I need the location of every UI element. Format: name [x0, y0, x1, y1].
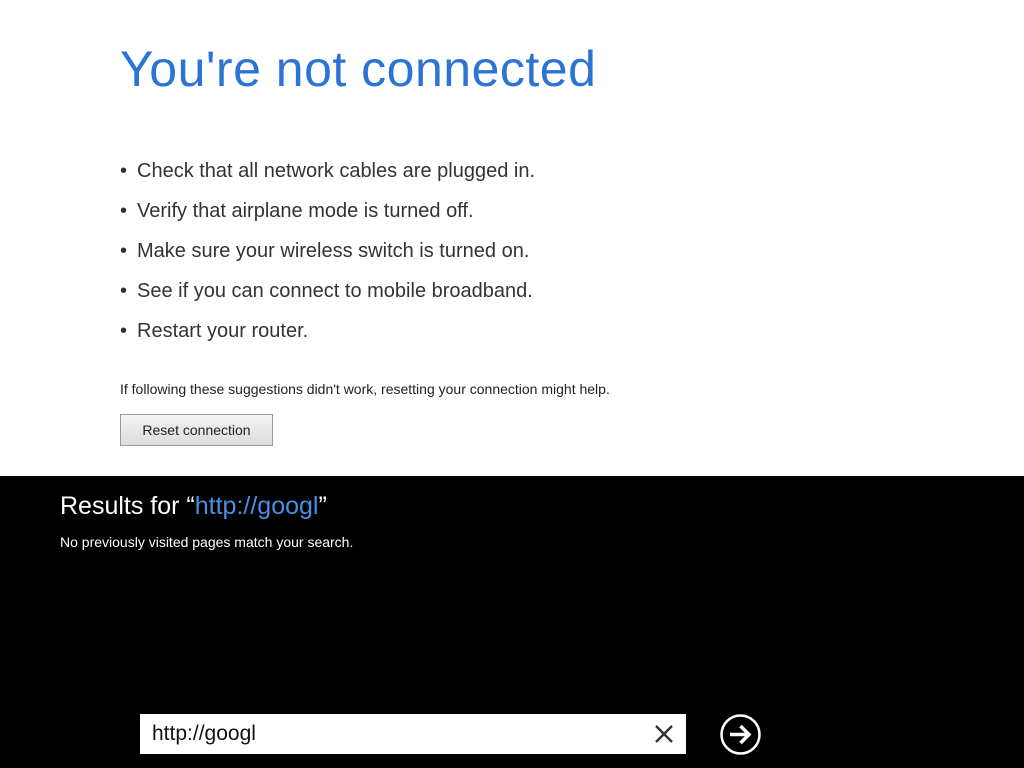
no-results-message: No previously visited pages match your s… — [60, 534, 354, 550]
suggestion-list: • Check that all network cables are plugg… — [120, 155, 535, 355]
clear-button[interactable] — [648, 718, 680, 750]
results-heading-prefix: Results for “ — [60, 492, 195, 520]
suggestion-item: • Make sure your wireless switch is turne… — [120, 235, 535, 275]
close-icon — [655, 725, 673, 743]
bullet: • — [120, 160, 128, 182]
suggestion-text: Check that all network cables are plugge… — [137, 160, 536, 182]
bullet: • — [120, 320, 128, 342]
page-title: You're not connected — [120, 41, 597, 97]
error-page: You're not connected • Check that all net… — [0, 0, 1024, 476]
results-heading: Results for “http://googl” — [60, 492, 327, 521]
bullet: • — [120, 200, 128, 222]
arrow-right-circle-icon — [720, 714, 761, 755]
suggestion-text: See if you can connect to mobile broadba… — [137, 280, 533, 302]
reset-connection-button[interactable]: Reset connection — [120, 414, 273, 446]
go-button[interactable] — [719, 713, 762, 756]
suggestion-item: • Restart your router. — [120, 315, 535, 355]
suggestion-text: Verify that airplane mode is turned off. — [137, 200, 474, 222]
suggestion-item: • See if you can connect to mobile broadb… — [120, 275, 535, 315]
suggestion-text: Restart your router. — [137, 320, 309, 342]
help-text: If following these suggestions didn't wo… — [120, 381, 610, 397]
browser-page: You're not connected • Check that all net… — [0, 0, 1024, 768]
address-input[interactable] — [140, 714, 640, 754]
suggestion-item: • Verify that airplane mode is turned off… — [120, 195, 535, 235]
results-query: http://googl — [194, 492, 319, 520]
suggestion-text: Make sure your wireless switch is turned… — [137, 240, 530, 262]
results-heading-suffix: ” — [318, 492, 327, 520]
bullet: • — [120, 240, 128, 262]
suggestion-item: • Check that all network cables are plugg… — [120, 155, 535, 195]
address-bar — [140, 714, 686, 754]
search-results-panel: Results for “http://googl” No previously… — [0, 476, 1024, 768]
bullet: • — [120, 280, 128, 302]
